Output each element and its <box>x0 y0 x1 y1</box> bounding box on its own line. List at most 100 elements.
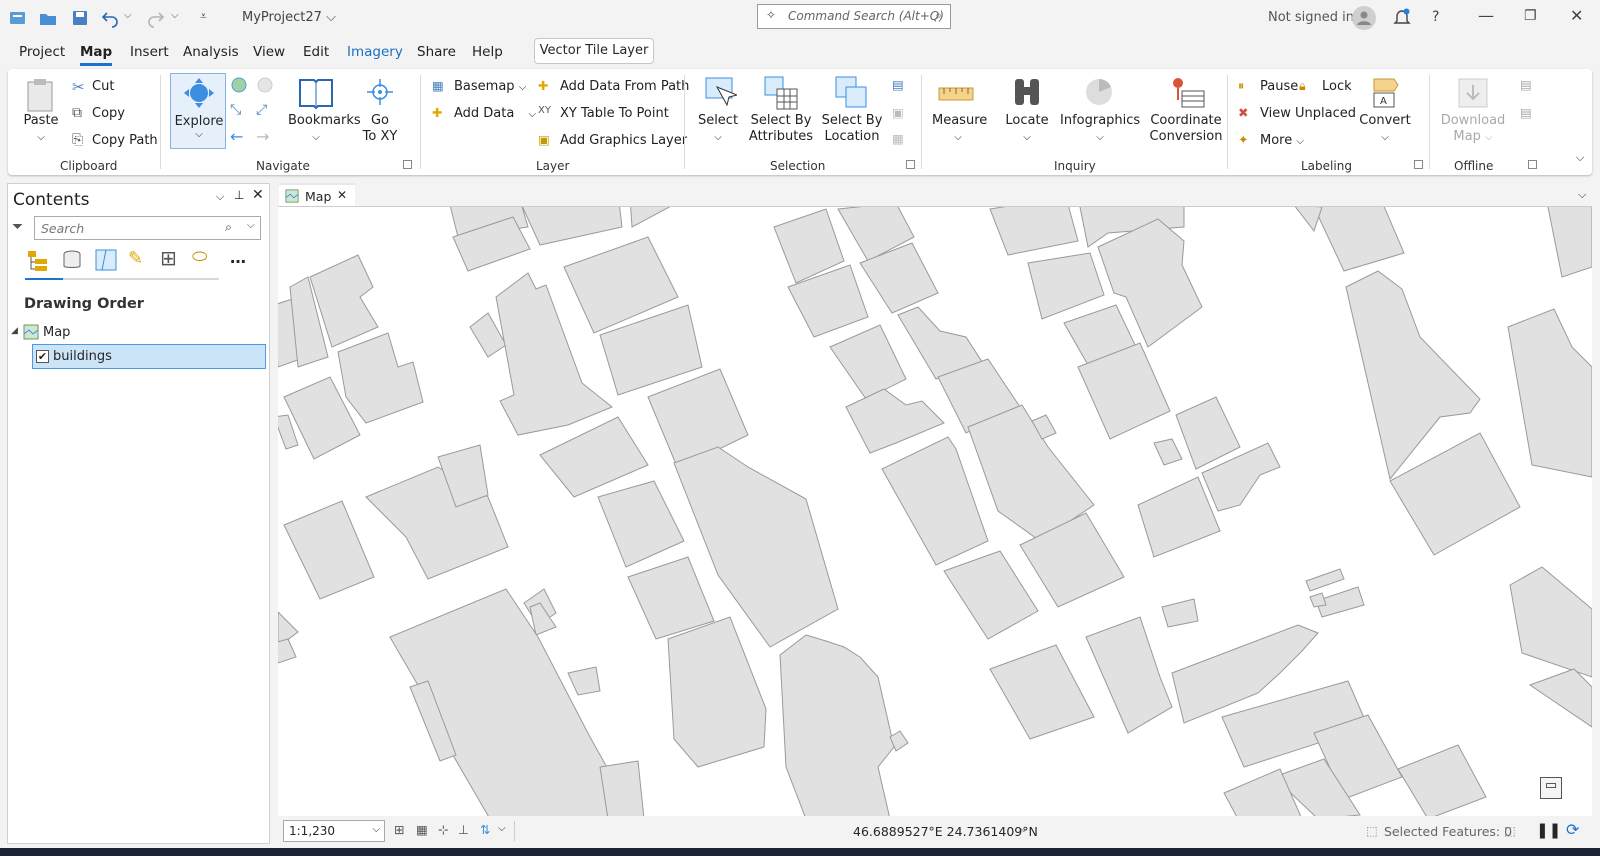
undo-dropdown-icon[interactable]: ⌵ <box>124 10 144 30</box>
map-node[interactable]: Map <box>43 325 70 340</box>
more-options-icon[interactable]: … <box>230 248 246 267</box>
map-view[interactable]: ▭ <box>278 206 1592 816</box>
fixed-zoom-out-icon[interactable]: ⤢ <box>256 102 267 118</box>
project-name[interactable]: MyProject27 ⌵ <box>242 10 336 25</box>
paste-button[interactable]: Paste ⌵ <box>20 113 62 146</box>
fixed-zoom-in-icon[interactable]: ⤡ <box>230 102 241 118</box>
select-by-attributes-button[interactable]: Select By Attributes <box>748 113 814 145</box>
close-map-tab-icon[interactable]: ✕ <box>337 188 347 202</box>
lock-button[interactable]: Lock <box>1322 79 1352 94</box>
customize-toolbar-icon[interactable]: ⩡ <box>200 9 220 29</box>
building-footprint <box>1153 438 1183 466</box>
help-icon[interactable]: ? <box>1432 9 1439 25</box>
pin-icon[interactable]: ⊥ <box>234 188 244 202</box>
labeling-launcher-icon[interactable] <box>1414 160 1423 169</box>
fixed-scale-icon[interactable]: ⊞ <box>394 822 404 837</box>
building-footprint <box>1137 476 1221 558</box>
previous-extent-icon[interactable]: ← <box>230 127 243 146</box>
avatar[interactable] <box>1352 6 1376 30</box>
tab-analysis[interactable]: Analysis <box>183 44 239 60</box>
list-by-labeling-icon[interactable]: ⬭ <box>192 246 207 267</box>
minimize-icon[interactable]: — <box>1478 6 1494 25</box>
tab-map-view[interactable]: Map ✕ <box>279 183 355 207</box>
add-data-from-path-button[interactable]: Add Data From Path <box>560 79 689 94</box>
full-extent-icon[interactable] <box>230 76 248 94</box>
select-by-location-icon <box>835 76 867 108</box>
open-project-icon[interactable] <box>38 8 58 28</box>
filter-icon[interactable]: ⏷ <box>12 219 23 235</box>
select-by-location-button[interactable]: Select By Location <box>820 113 884 145</box>
scale-dropdown-icon[interactable]: ⌵ <box>372 824 380 835</box>
pane-options-icon[interactable]: ⌵ <box>216 190 224 204</box>
tab-help[interactable]: Help <box>472 44 503 60</box>
bookmarks-button[interactable]: Bookmarks ⌵ <box>288 113 361 146</box>
tab-vector-tile-layer[interactable]: Vector Tile Layer <box>534 38 654 64</box>
list-by-source-icon[interactable] <box>60 248 84 272</box>
refresh-selection-icon[interactable]: ⬚ <box>1504 823 1516 838</box>
map-overview-toggle-icon[interactable]: ▭ <box>1540 777 1562 799</box>
tab-share[interactable]: Share <box>417 44 456 60</box>
notifications-icon[interactable] <box>1392 7 1412 27</box>
go-to-xy-label-1: Go <box>370 113 390 128</box>
basemap-button[interactable]: Basemap ⌵ <box>454 79 526 94</box>
infographics-button[interactable]: Infographics ⌵ <box>1060 113 1140 146</box>
pause-drawing-icon[interactable]: ❚❚ <box>1536 821 1561 839</box>
command-search-input[interactable]: ✧ Command Search (Alt+Q) ⌕ <box>757 4 951 29</box>
collapse-map-icon[interactable]: ◢ <box>11 326 18 336</box>
tab-edit[interactable]: Edit <box>303 44 329 60</box>
navigate-launcher-icon[interactable] <box>403 160 412 169</box>
copy-path-button[interactable]: Copy Path <box>92 133 158 148</box>
tab-view[interactable]: View <box>253 44 285 60</box>
map-tabs-menu-icon[interactable]: ⌵ <box>1578 188 1586 202</box>
restore-icon[interactable]: ❐ <box>1524 8 1537 24</box>
copy-button[interactable]: Copy <box>92 106 125 121</box>
measure-button[interactable]: Measure ⌵ <box>932 113 987 146</box>
cut-button[interactable]: Cut <box>92 79 114 94</box>
go-to-xy-button[interactable]: Go To XY <box>358 113 402 145</box>
selection-launcher-icon[interactable] <box>906 160 915 169</box>
add-graphics-layer-button[interactable]: Add Graphics Layer <box>560 133 687 148</box>
rotation-icon[interactable]: ⇅ <box>480 822 490 837</box>
redo-dropdown-icon[interactable]: ⌵ <box>171 10 191 30</box>
more-button[interactable]: More ⌵ <box>1260 133 1304 148</box>
coordinate-format-dropdown-icon[interactable]: ⌵ <box>1020 824 1028 835</box>
xy-table-to-point-button[interactable]: XY Table To Point <box>560 106 669 121</box>
convert-button[interactable]: Convert ⌵ <box>1354 113 1416 146</box>
attributes-icon[interactable]: ▤ <box>892 77 904 92</box>
list-by-snapping-icon[interactable]: ⊞ <box>160 246 177 270</box>
layer-row-buildings[interactable]: ✔ buildings <box>32 344 266 369</box>
close-icon[interactable]: ✕ <box>1570 6 1583 25</box>
coordinate-conversion-button[interactable]: Coordinate Conversion <box>1146 113 1226 145</box>
close-pane-icon[interactable]: ✕ <box>252 187 264 203</box>
undo-icon[interactable] <box>100 8 120 28</box>
select-button[interactable]: Select ⌵ <box>694 113 742 146</box>
list-by-selection-icon[interactable] <box>94 248 118 272</box>
view-unplaced-button[interactable]: View Unplaced <box>1260 106 1356 121</box>
list-by-drawing-order-icon[interactable] <box>25 248 51 274</box>
explore-button[interactable]: Explore ⌵ <box>170 73 226 149</box>
tab-insert[interactable]: Insert <box>130 44 169 60</box>
sign-in-status[interactable]: Not signed in <box>1268 10 1354 25</box>
tab-project[interactable]: Project <box>19 44 65 60</box>
contents-search-input[interactable]: Search ⌕ ⌵ <box>34 216 261 240</box>
grid-icon[interactable]: ▦ <box>416 822 428 837</box>
collapse-ribbon-icon[interactable]: ⌵ <box>1576 151 1584 165</box>
constraints-icon[interactable]: ⊥ <box>458 822 469 837</box>
building-footprint <box>1305 568 1345 592</box>
tab-imagery[interactable]: Imagery <box>347 44 403 60</box>
offline-launcher-icon[interactable] <box>1528 160 1537 169</box>
add-data-from-path-icon: ✚ <box>538 78 549 93</box>
search-options-icon[interactable]: ⌵ <box>247 220 255 231</box>
pause-button[interactable]: Pause <box>1260 79 1298 94</box>
locate-button[interactable]: Locate ⌵ <box>1002 113 1052 146</box>
tab-map[interactable]: Map <box>80 44 113 66</box>
layer-visibility-checkbox[interactable]: ✔ <box>36 350 49 363</box>
refresh-icon[interactable]: ⟳ <box>1566 820 1579 839</box>
save-project-icon[interactable] <box>70 8 90 28</box>
new-project-icon[interactable] <box>8 8 28 28</box>
snapping-icon[interactable]: ⊹ <box>438 822 448 837</box>
list-by-editing-icon[interactable]: ✎ <box>128 248 143 269</box>
map-tools-dropdown-icon[interactable]: ⌵ <box>498 823 506 834</box>
add-data-button[interactable]: Add Data ⌵ <box>454 106 536 121</box>
scale-selector[interactable]: 1:1,230 ⌵ <box>283 820 385 842</box>
